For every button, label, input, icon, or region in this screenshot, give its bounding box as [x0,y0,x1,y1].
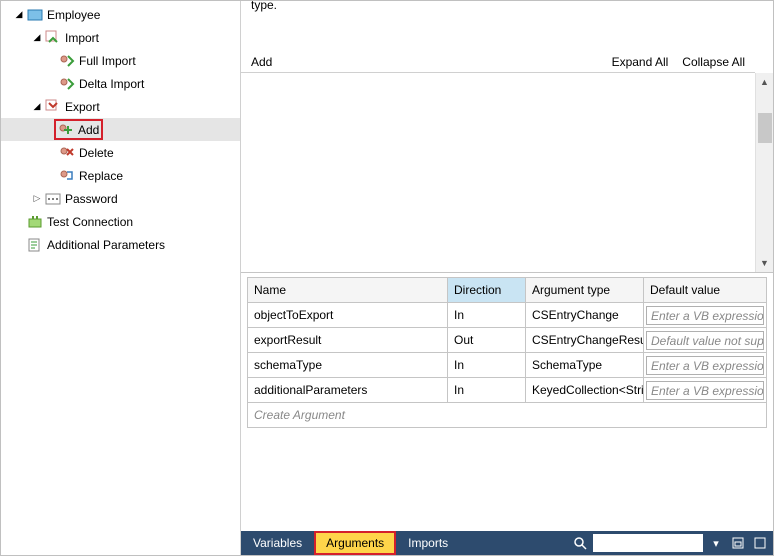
tree-label: Export [65,100,100,114]
table-row[interactable]: exportResult Out CSEntryChangeResult Def… [248,328,767,353]
password-icon [45,191,61,207]
cell-direction[interactable]: In [448,353,526,378]
cell-type[interactable]: KeyedCollection<String,ConfigParameter> [526,378,644,403]
tree-label: Employee [47,8,100,22]
tree-item-delete[interactable]: Delete [1,141,240,164]
tree-label: Add [78,123,99,137]
cell-direction[interactable]: In [448,303,526,328]
tree-label: Test Connection [47,215,133,229]
tree-label: Import [65,31,99,45]
close-panel-icon[interactable] [751,534,769,552]
right-pane: type. Add Expand All Collapse All ▲ ▼ Na… [241,1,773,555]
cell-direction[interactable]: In [448,378,526,403]
scroll-down-icon[interactable]: ▼ [756,254,773,272]
tab-arguments[interactable]: Arguments [314,531,396,555]
tree-item-additional-parameters[interactable]: Additional Parameters [1,233,240,256]
create-argument-row[interactable]: Create Argument [248,403,767,428]
col-default[interactable]: Default value [644,278,767,303]
tree-label: Delta Import [79,77,144,91]
cell-default[interactable]: Enter a VB expression [644,353,767,378]
arguments-table: Name Direction Argument type Default val… [247,277,767,428]
tree-item-password[interactable]: ▷ Password [1,187,240,210]
cell-type[interactable]: SchemaType [526,353,644,378]
table-row[interactable]: additionalParameters In KeyedCollection<… [248,378,767,403]
default-input[interactable]: Enter a VB expression [646,381,764,400]
cell-type[interactable]: CSEntryChange [526,303,644,328]
bottom-bar: Variables Arguments Imports ▾ [241,531,773,555]
test-connection-icon [27,214,43,230]
cell-name[interactable]: exportResult [248,328,448,353]
create-argument-label[interactable]: Create Argument [248,403,767,428]
truncated-text: type. [251,0,277,12]
chevron-down-icon[interactable]: ◢ [31,32,43,44]
tree-pane: ◢ Employee ◢ Import Full Import Delta Im… [1,1,241,555]
tree-label: Password [65,192,118,206]
bottom-search: ▾ [571,531,773,555]
tree-label: Replace [79,169,123,183]
parameters-icon [27,237,43,253]
chevron-down-icon[interactable]: ◢ [31,101,43,113]
cell-name[interactable]: schemaType [248,353,448,378]
scroll-thumb[interactable] [758,113,772,143]
replace-icon [59,168,75,184]
cell-default[interactable]: Enter a VB expression [644,378,767,403]
vertical-scrollbar[interactable]: ▲ ▼ [755,73,773,272]
tab-imports[interactable]: Imports [396,531,460,555]
spacer-icon [13,216,25,228]
designer-surface: type. Add Expand All Collapse All ▲ ▼ [241,1,773,273]
table-row[interactable]: schemaType In SchemaType Enter a VB expr… [248,353,767,378]
default-input[interactable]: Enter a VB expression [646,306,764,325]
add-icon [58,122,74,138]
cell-name[interactable]: additionalParameters [248,378,448,403]
col-name[interactable]: Name [248,278,448,303]
tree-item-replace[interactable]: Replace [1,164,240,187]
chevron-down-icon[interactable]: ◢ [13,9,25,21]
add-action[interactable]: Add [251,55,272,69]
search-icon[interactable] [571,534,589,552]
expand-panel-icon[interactable] [729,534,747,552]
tree-label: Full Import [79,54,136,68]
cell-type[interactable]: CSEntryChangeResult [526,328,644,353]
delete-icon [59,145,75,161]
col-direction[interactable]: Direction [448,278,526,303]
cell-name[interactable]: objectToExport [248,303,448,328]
full-import-icon [59,53,75,69]
cell-default[interactable]: Enter a VB expression [644,303,767,328]
entity-icon [27,7,43,23]
table-row[interactable]: objectToExport In CSEntryChange Enter a … [248,303,767,328]
default-input[interactable]: Default value not supported [646,331,764,350]
tree-item-delta-import[interactable]: Delta Import [1,72,240,95]
tree-item-add[interactable]: Add [1,118,240,141]
designer-toolbar: Add Expand All Collapse All [241,51,755,73]
tree-item-export[interactable]: ◢ Export [1,95,240,118]
tab-variables[interactable]: Variables [241,531,314,555]
spacer-icon [13,239,25,251]
tree-label: Delete [79,146,114,160]
tree-item-employee[interactable]: ◢ Employee [1,3,240,26]
dropdown-icon[interactable]: ▾ [707,534,725,552]
search-input[interactable] [593,534,703,552]
export-icon [45,99,61,115]
col-type[interactable]: Argument type [526,278,644,303]
chevron-right-icon[interactable]: ▷ [31,193,43,205]
tree-item-test-connection[interactable]: Test Connection [1,210,240,233]
default-input[interactable]: Enter a VB expression [646,356,764,375]
tree-label: Additional Parameters [47,238,165,252]
scroll-up-icon[interactable]: ▲ [756,73,773,91]
table-header-row: Name Direction Argument type Default val… [248,278,767,303]
delta-import-icon [59,76,75,92]
tree-item-import[interactable]: ◢ Import [1,26,240,49]
highlight-box: Add [54,119,103,140]
expand-all-link[interactable]: Expand All [612,55,669,69]
cell-default[interactable]: Default value not supported [644,328,767,353]
collapse-all-link[interactable]: Collapse All [682,55,745,69]
cell-direction[interactable]: Out [448,328,526,353]
import-icon [45,30,61,46]
tree-item-full-import[interactable]: Full Import [1,49,240,72]
